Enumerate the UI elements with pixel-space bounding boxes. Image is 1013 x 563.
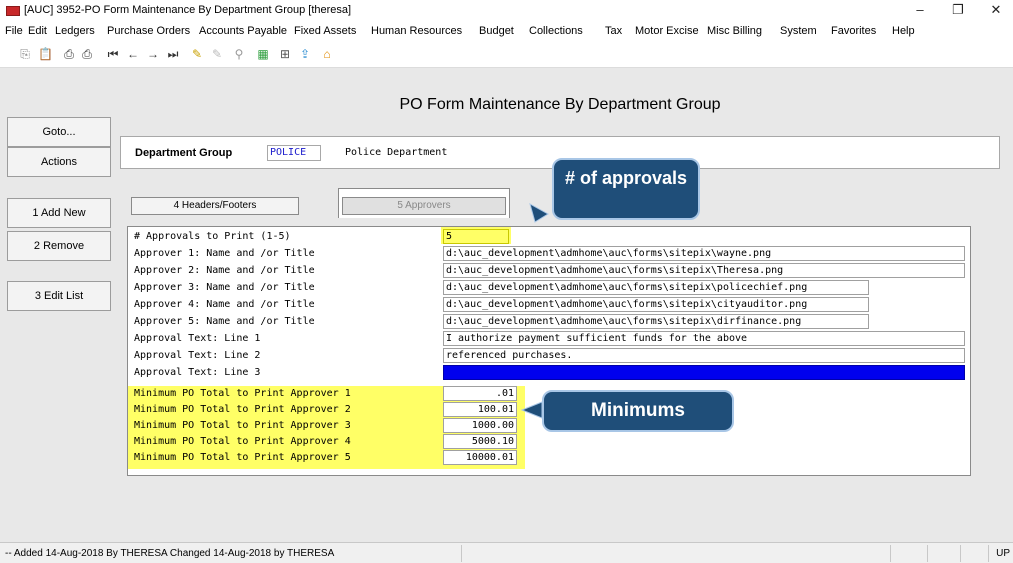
minimize-button[interactable]: – [908, 2, 932, 18]
min-approver-5-label: Minimum PO Total to Print Approver 5 [134, 452, 351, 463]
approver-3-label: Approver 3: Name and /or Title [134, 282, 315, 293]
approval-text-3-field[interactable] [443, 365, 965, 380]
status-bar: -- Added 14-Aug-2018 By THERESA Changed … [0, 542, 1013, 563]
min-approver-1-label: Minimum PO Total to Print Approver 1 [134, 388, 351, 399]
menu-ledgers[interactable]: Ledgers [55, 25, 95, 37]
min-approver-2-label: Minimum PO Total to Print Approver 2 [134, 404, 351, 415]
status-divider [461, 545, 462, 562]
menu-fixed-assets[interactable]: Fixed Assets [294, 25, 356, 37]
status-text: -- Added 14-Aug-2018 By THERESA Changed … [5, 548, 335, 559]
min-approver-4-label: Minimum PO Total to Print Approver 4 [134, 436, 351, 447]
edit-disabled-icon: ✎ [211, 47, 223, 61]
menu-bar: File Edit Ledgers Purchase Orders Accoun… [0, 22, 1013, 42]
approver-3-field[interactable]: d:\auc_development\admhome\auc\forms\sit… [443, 280, 869, 295]
menu-tax[interactable]: Tax [605, 25, 622, 37]
copy-icon[interactable]: ⎘ [18, 47, 32, 61]
properties-icon[interactable]: ⊞ [278, 47, 292, 61]
print-preview-icon[interactable]: ⎙ [80, 47, 94, 61]
close-button[interactable]: ✕ [984, 2, 1008, 18]
approvals-count-label: # Approvals to Print (1-5) [134, 231, 291, 242]
menu-system[interactable]: System [780, 25, 817, 37]
approver-5-field[interactable]: d:\auc_development\admhome\auc\forms\sit… [443, 314, 869, 329]
approver-1-field[interactable]: d:\auc_development\admhome\auc\forms\sit… [443, 246, 965, 261]
status-divider [988, 545, 989, 562]
min-approver-1-field[interactable]: .01 [443, 386, 517, 401]
approval-text-1-label: Approval Text: Line 1 [134, 333, 261, 344]
previous-record-icon[interactable]: ← [126, 47, 140, 61]
minimums-callout: Minimums [542, 390, 734, 432]
add-new-button[interactable]: 1 Add New [7, 198, 111, 228]
print-icon[interactable]: ⎙ [62, 47, 76, 61]
spreadsheet-icon[interactable]: ▦ [256, 47, 270, 61]
approver-2-label: Approver 2: Name and /or Title [134, 265, 315, 276]
min-approver-3-field[interactable]: 1000.00 [443, 418, 517, 433]
min-approver-4-field[interactable]: 5000.10 [443, 434, 517, 449]
min-approver-3-label: Minimum PO Total to Print Approver 3 [134, 420, 351, 431]
menu-favorites[interactable]: Favorites [831, 25, 876, 37]
home-icon[interactable]: ⌂ [320, 47, 334, 61]
actions-button[interactable]: Actions [7, 147, 111, 177]
approver-2-field[interactable]: d:\auc_development\admhome\auc\forms\sit… [443, 263, 965, 278]
approvals-callout: # of approvals [552, 158, 700, 220]
approver-4-label: Approver 4: Name and /or Title [134, 299, 315, 310]
menu-budget[interactable]: Budget [479, 25, 514, 37]
tab-approvers[interactable]: 5 Approvers [342, 197, 506, 215]
min-approver-2-field[interactable]: 100.01 [443, 402, 517, 417]
status-divider [927, 545, 928, 562]
menu-misc-billing[interactable]: Misc Billing [707, 25, 762, 37]
remove-button[interactable]: 2 Remove [7, 231, 111, 261]
menu-purchase-orders[interactable]: Purchase Orders [107, 25, 190, 37]
restore-button[interactable]: ❐ [946, 2, 970, 18]
menu-collections[interactable]: Collections [529, 25, 583, 37]
department-group-label: Department Group [135, 147, 233, 159]
window-title: [AUC] 3952-PO Form Maintenance By Depart… [24, 4, 352, 16]
tab-headers-footers[interactable]: 4 Headers/Footers [131, 197, 299, 215]
min-approver-5-field[interactable]: 10000.01 [443, 450, 517, 465]
department-code-field[interactable]: POLICE [267, 145, 321, 161]
next-record-icon[interactable]: → [146, 47, 160, 61]
approval-text-2-field[interactable]: referenced purchases. [443, 348, 965, 363]
edit-list-button[interactable]: 3 Edit List [7, 281, 111, 311]
approval-text-2-label: Approval Text: Line 2 [134, 350, 261, 361]
last-record-icon[interactable]: ⏭ [166, 47, 180, 61]
app-icon [6, 6, 20, 16]
department-name: Police Department [345, 147, 448, 158]
first-record-icon[interactable]: ⏮ [106, 47, 120, 61]
approver-1-label: Approver 1: Name and /or Title [134, 248, 315, 259]
page-title: PO Form Maintenance By Department Group [399, 96, 721, 113]
edit-icon[interactable]: ✎ [190, 47, 204, 61]
approval-text-1-field[interactable]: I authorize payment sufficient funds for… [443, 331, 965, 346]
status-mode: UP [996, 548, 1010, 559]
status-divider [890, 545, 891, 562]
menu-file[interactable]: File [5, 25, 23, 37]
menu-accounts-payable[interactable]: Accounts Payable [199, 25, 287, 37]
menu-human-resources[interactable]: Human Resources [371, 25, 462, 37]
goto-button[interactable]: Goto... [7, 117, 111, 147]
approval-text-3-label: Approval Text: Line 3 [134, 367, 261, 378]
title-bar: [AUC] 3952-PO Form Maintenance By Depart… [0, 0, 1013, 22]
export-icon[interactable]: ⇪ [298, 47, 312, 61]
menu-help[interactable]: Help [892, 25, 915, 37]
search-icon[interactable]: ⚲ [232, 47, 246, 61]
approver-4-field[interactable]: d:\auc_development\admhome\auc\forms\sit… [443, 297, 869, 312]
status-divider [960, 545, 961, 562]
toolbar: ⎘ 📋 ⎙ ⎙ ⏮ ← → ⏭ ✎ ✎ ⚲ ▦ ⊞ ⇪ ⌂ [0, 42, 1013, 68]
approvals-count-field[interactable]: 5 [443, 229, 509, 244]
approvers-panel: # Approvals to Print (1-5) 5 Approver 1:… [127, 226, 971, 476]
paste-icon[interactable]: 📋 [38, 47, 53, 61]
menu-motor-excise[interactable]: Motor Excise [635, 25, 699, 37]
approver-5-label: Approver 5: Name and /or Title [134, 316, 315, 327]
menu-edit[interactable]: Edit [28, 25, 47, 37]
